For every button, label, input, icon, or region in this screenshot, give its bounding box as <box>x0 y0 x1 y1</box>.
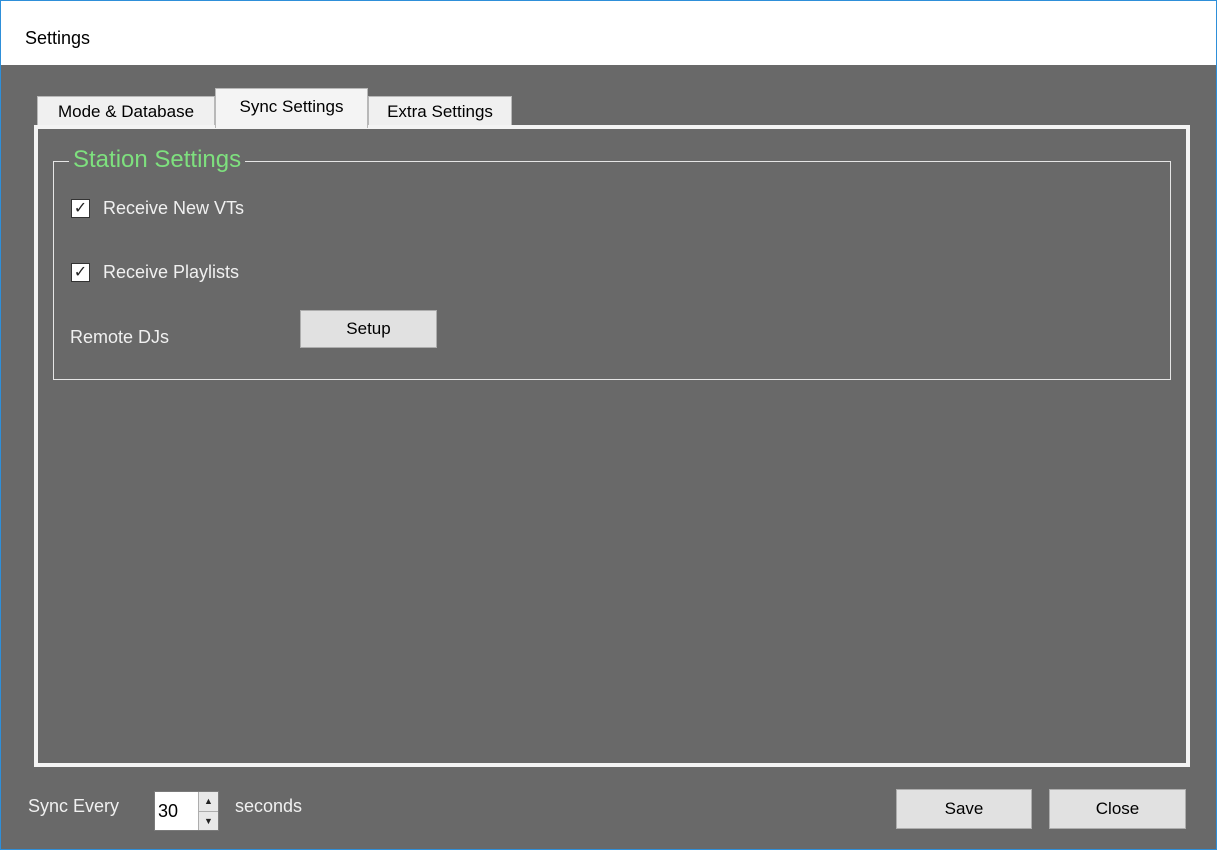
sync-every-label: Sync Every <box>28 796 120 816</box>
settings-window: Settings Mode & Database Sync Settings E… <box>0 0 1217 850</box>
receive-playlists-label: Receive Playlists <box>103 262 240 282</box>
title-bar: Settings <box>1 1 1216 65</box>
checkmark-icon[interactable]: ✓ <box>71 263 90 282</box>
remote-djs-label: Remote DJs <box>70 327 170 347</box>
receive-playlists-checkbox[interactable]: ✓ Receive Playlists <box>71 262 239 283</box>
spin-up-icon[interactable]: ▲ <box>199 792 218 812</box>
stepper-buttons: ▲ ▼ <box>198 792 218 830</box>
seconds-label: seconds <box>235 796 303 816</box>
close-button[interactable]: Close <box>1049 789 1186 829</box>
tab-mode-database[interactable]: Mode & Database <box>37 96 215 127</box>
window-title: Settings <box>25 28 91 48</box>
save-button[interactable]: Save <box>896 789 1032 829</box>
sync-settings-panel: Station Settings ✓ Receive New VTs ✓ Rec… <box>34 125 1190 767</box>
receive-new-vts-checkbox[interactable]: ✓ Receive New VTs <box>71 198 244 219</box>
tab-extra-settings[interactable]: Extra Settings <box>368 96 512 127</box>
receive-new-vts-label: Receive New VTs <box>103 198 245 218</box>
setup-button[interactable]: Setup <box>300 310 437 348</box>
station-settings-group: Station Settings ✓ Receive New VTs ✓ Rec… <box>53 144 1171 380</box>
spin-down-icon[interactable]: ▼ <box>199 811 218 830</box>
sync-interval-input[interactable] <box>155 792 198 830</box>
sync-interval-stepper[interactable]: ▲ ▼ <box>154 791 219 831</box>
checkmark-icon[interactable]: ✓ <box>71 199 90 218</box>
station-settings-legend: Station Settings <box>69 144 246 176</box>
tab-sync-settings[interactable]: Sync Settings <box>215 88 368 128</box>
